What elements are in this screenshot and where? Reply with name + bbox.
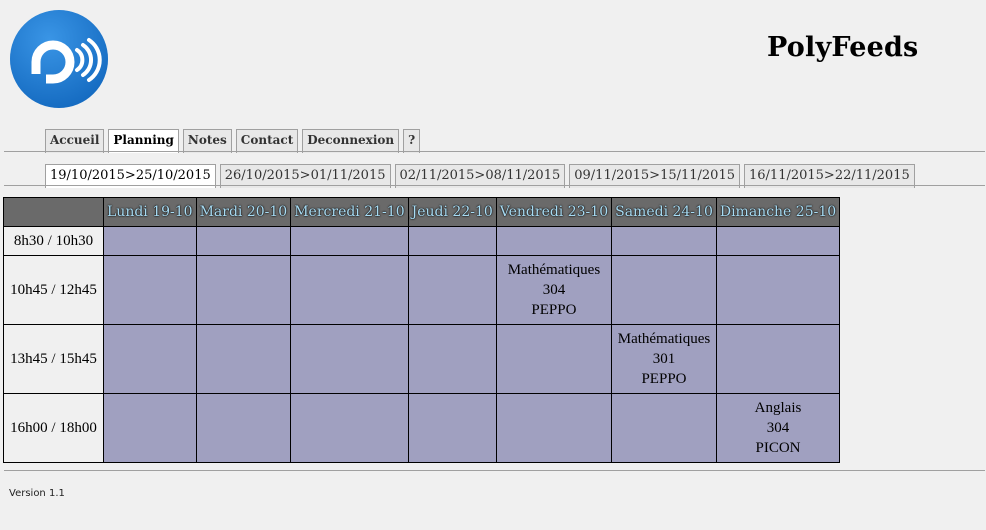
slot-row: 16h00 / 18h00 Anglais 304 PICON [3,393,841,463]
slot-cell [495,393,613,463]
slot-cell [195,393,292,463]
slot-cell [407,393,497,463]
course-subject: Mathématiques [507,262,601,278]
slot-cell [195,226,292,256]
slot-cell [715,255,841,325]
slot-time: 16h00 / 18h00 [3,393,104,463]
slot-cell [290,255,409,325]
course-room: 304 [766,420,790,436]
day-header-wednesday: Mercredi 21-10 [290,197,409,227]
day-header-saturday: Samedi 24-10 [611,197,717,227]
day-header-tuesday: Mardi 20-10 [195,197,292,227]
planning-header-row: Lundi 19-10 Mardi 20-10 Mercredi 21-10 J… [3,197,841,227]
slot-cell [290,393,409,463]
slot-cell [715,324,841,394]
slot-cell [495,226,613,256]
tab-help[interactable]: ? [403,129,421,153]
planning-table: Lundi 19-10 Mardi 20-10 Mercredi 21-10 J… [3,197,841,463]
slot-cell [195,324,292,394]
tab-contact[interactable]: Contact [235,129,299,153]
course-room: 304 [542,282,566,298]
course-cell: Anglais 304 PICON [715,393,841,463]
main-nav: Accueil Planning Notes Contact Deconnexi… [45,129,421,153]
slot-time: 10h45 / 12h45 [3,255,104,325]
slot-cell [495,324,613,394]
slot-cell [103,393,197,463]
slot-cell [407,324,497,394]
slot-cell [611,255,717,325]
course-cell: Mathématiques 304 PEPPO [495,255,613,325]
slot-time: 8h30 / 10h30 [3,226,104,256]
app-title: PolyFeeds [767,32,919,63]
slot-cell [611,226,717,256]
slot-row: 13h45 / 15h45 Mathématiques 301 PEPPO [3,324,841,394]
day-header-monday: Lundi 19-10 [103,197,197,227]
slot-cell [407,226,497,256]
course-teacher: PEPPO [641,371,687,387]
footer-divider [4,470,985,471]
tab-accueil[interactable]: Accueil [45,129,105,153]
nav-divider [4,151,985,152]
slot-cell [195,255,292,325]
slot-cell [103,226,197,256]
day-header-sunday: Dimanche 25-10 [715,197,841,227]
polyfeeds-logo [10,10,108,108]
tab-deconnexion[interactable]: Deconnexion [302,129,400,153]
course-subject: Mathématiques [617,331,711,347]
course-subject: Anglais [754,400,802,416]
slot-row: 8h30 / 10h30 [3,226,841,256]
slot-row: 10h45 / 12h45 Mathématiques 304 PEPPO [3,255,841,325]
course-room: 301 [652,351,676,367]
slot-cell [715,226,841,256]
slot-cell [407,255,497,325]
slot-cell [290,226,409,256]
version-label: Version 1.1 [9,488,65,499]
course-cell: Mathématiques 301 PEPPO [611,324,717,394]
week-divider [4,185,985,186]
day-header-thursday: Jeudi 22-10 [407,197,497,227]
slot-cell [103,255,197,325]
tab-notes[interactable]: Notes [182,129,232,153]
day-header-friday: Vendredi 23-10 [495,197,613,227]
slot-time: 13h45 / 15h45 [3,324,104,394]
slot-cell [611,393,717,463]
tab-planning[interactable]: Planning [108,129,179,153]
slot-cell [103,324,197,394]
slot-cell [290,324,409,394]
course-teacher: PICON [755,440,801,456]
page: PolyFeeds Accueil Planning Notes Contact… [0,0,986,530]
corner-header [3,197,104,227]
course-teacher: PEPPO [531,302,577,318]
